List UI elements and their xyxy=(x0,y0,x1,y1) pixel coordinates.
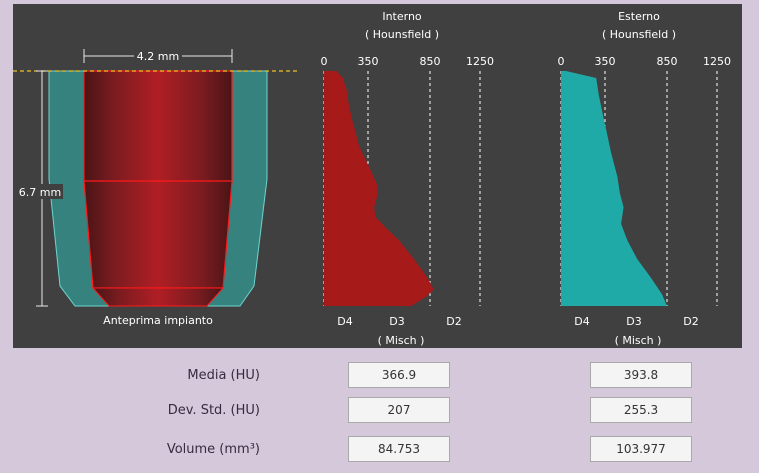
implant-apex xyxy=(91,287,225,307)
esterno-d3: D3 xyxy=(626,315,641,328)
interno-title: Interno xyxy=(382,10,422,23)
interno-d4: D4 xyxy=(337,315,352,328)
interno-tick-1250: 1250 xyxy=(466,55,494,68)
esterno-title: Esterno xyxy=(618,10,660,23)
esterno-subtitle: ( Hounsfield ) xyxy=(602,28,676,41)
esterno-tick-350: 350 xyxy=(595,55,616,68)
interno-tick-350: 350 xyxy=(358,55,379,68)
esterno-density-area xyxy=(561,71,667,306)
esterno-d2: D2 xyxy=(683,315,698,328)
volume-label: Volume (mm³) xyxy=(166,442,260,457)
media-label: Media (HU) xyxy=(187,368,260,383)
media-interno-field[interactable]: 366.9 xyxy=(348,362,450,388)
interno-subtitle: ( Hounsfield ) xyxy=(365,28,439,41)
esterno-misch: ( Misch ) xyxy=(615,334,662,347)
width-dim-label: 4.2 mm xyxy=(137,50,179,63)
preview-caption: Anteprima impianto xyxy=(103,314,213,327)
interno-density-area xyxy=(324,71,434,306)
interno-tick-850: 850 xyxy=(420,55,441,68)
interno-misch: ( Misch ) xyxy=(378,334,425,347)
dev-std-esterno-field[interactable]: 255.3 xyxy=(590,397,692,423)
interno-d3: D3 xyxy=(389,315,404,328)
interno-tick-0: 0 xyxy=(321,55,328,68)
implant-preview: 4.2 mm 6.7 mm Anteprima impianto xyxy=(13,49,299,327)
dev-std-label: Dev. Std. (HU) xyxy=(167,403,260,418)
esterno-tick-0: 0 xyxy=(558,55,565,68)
volume-esterno-field[interactable]: 103.977 xyxy=(590,436,692,462)
esterno-tick-850: 850 xyxy=(657,55,678,68)
dev-std-interno-field[interactable]: 207 xyxy=(348,397,450,423)
volume-interno-field[interactable]: 84.753 xyxy=(348,436,450,462)
esterno-chart: Esterno ( Hounsfield ) 0 350 850 1250 D4… xyxy=(558,10,732,347)
interno-chart: Interno ( Hounsfield ) 0 350 850 1250 D4… xyxy=(321,10,495,347)
density-analysis-panel: 4.2 mm 6.7 mm Anteprima impianto Interno… xyxy=(13,4,742,348)
esterno-d4: D4 xyxy=(574,315,589,328)
implant-body xyxy=(83,70,233,289)
density-analysis-svg: 4.2 mm 6.7 mm Anteprima impianto Interno… xyxy=(13,10,732,347)
esterno-tick-1250: 1250 xyxy=(703,55,731,68)
height-dim-label: 6.7 mm xyxy=(19,186,61,199)
interno-d2: D2 xyxy=(446,315,461,328)
media-esterno-field[interactable]: 393.8 xyxy=(590,362,692,388)
